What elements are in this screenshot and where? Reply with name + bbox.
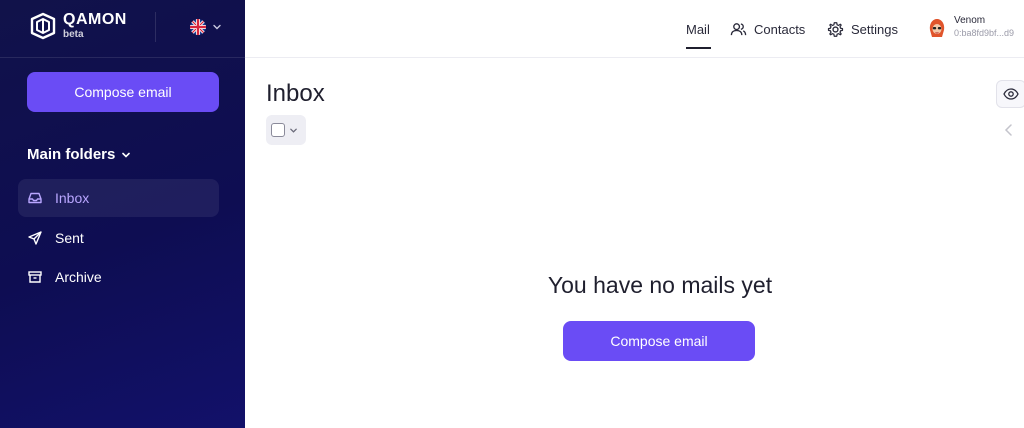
user-name: Venom xyxy=(954,15,986,26)
tab-label: Settings xyxy=(851,21,898,37)
sidebar-item-label: Archive xyxy=(55,269,102,285)
tab-label: Mail xyxy=(686,21,710,37)
avatar xyxy=(926,17,948,39)
sidebar-item-label: Sent xyxy=(55,230,84,246)
user-address: 0:ba8fd9bf...d9 xyxy=(954,28,1015,38)
main-folders-title: Main folders xyxy=(27,146,116,163)
language-selector[interactable] xyxy=(190,19,226,35)
brand-name: QAMON xyxy=(63,11,127,28)
sidebar-item-archive[interactable]: Archive xyxy=(18,258,219,296)
sidebar: QAMON beta Compose email Main folders In… xyxy=(0,0,245,428)
sidebar-item-label: Inbox xyxy=(55,190,90,206)
uk-flag-icon xyxy=(190,19,206,35)
top-header: Mail Contacts Settings Venom 0:ba8fd9bf.… xyxy=(245,0,1024,58)
send-icon xyxy=(27,230,43,246)
divider xyxy=(155,12,156,42)
page-title: Inbox xyxy=(266,80,325,107)
chevron-down-icon xyxy=(122,152,131,158)
main-folders-toggle[interactable]: Main folders xyxy=(27,146,131,163)
inbox-icon xyxy=(27,190,43,206)
qamon-logo xyxy=(30,12,56,40)
eye-icon xyxy=(1003,88,1019,100)
empty-state-message: You have no mails yet xyxy=(547,272,773,298)
chevron-down-icon xyxy=(213,24,221,30)
tab-label: Contacts xyxy=(754,21,806,37)
contacts-icon xyxy=(730,22,747,35)
select-all-dropdown[interactable] xyxy=(266,115,306,145)
chevron-down-icon xyxy=(290,128,297,133)
view-toggle-button[interactable] xyxy=(996,80,1024,108)
archive-icon xyxy=(27,269,43,285)
tab-settings[interactable]: Settings xyxy=(827,19,898,39)
compose-email-button[interactable]: Compose email xyxy=(27,72,219,112)
brand-tag: beta xyxy=(63,29,84,40)
compose-email-button[interactable]: Compose email xyxy=(563,321,755,361)
tab-contacts[interactable]: Contacts xyxy=(730,19,805,39)
select-all-checkbox[interactable] xyxy=(271,123,285,137)
chevron-left-icon[interactable] xyxy=(1003,123,1015,137)
sidebar-item-inbox[interactable]: Inbox xyxy=(18,179,219,217)
sidebar-topbar: QAMON beta xyxy=(0,0,245,58)
gear-icon xyxy=(827,21,844,37)
tab-mail[interactable]: Mail xyxy=(686,19,710,39)
sidebar-item-sent[interactable]: Sent xyxy=(18,219,219,257)
active-tab-indicator xyxy=(686,47,711,49)
